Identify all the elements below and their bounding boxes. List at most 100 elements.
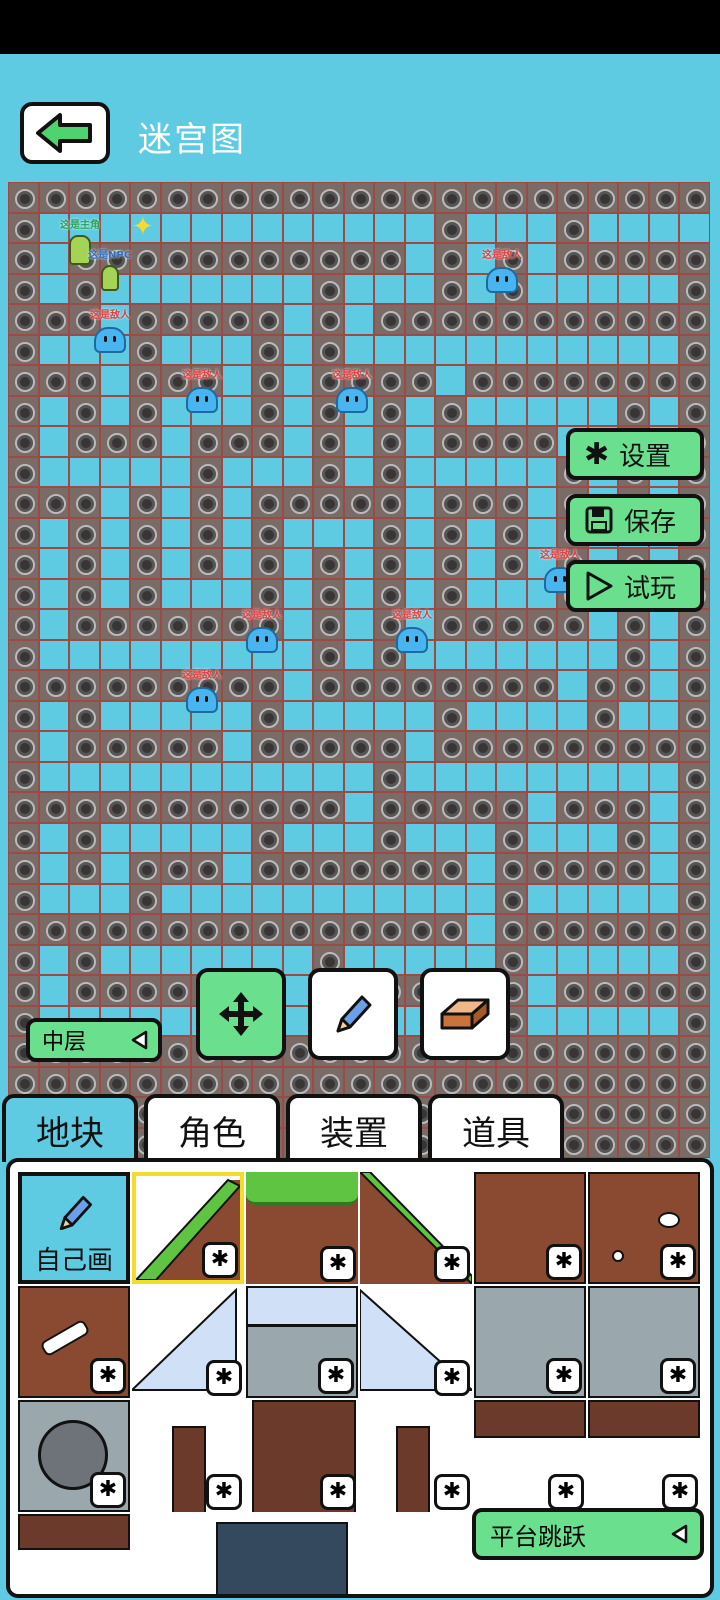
wall-block[interactable] bbox=[618, 243, 649, 274]
floor-cell[interactable] bbox=[282, 426, 313, 457]
wall-block[interactable] bbox=[160, 182, 191, 213]
wall-block[interactable] bbox=[343, 731, 374, 762]
wall-block[interactable] bbox=[648, 182, 679, 213]
wall-block[interactable] bbox=[252, 731, 283, 762]
floor-cell[interactable] bbox=[38, 578, 69, 609]
cracked-stone-tile[interactable]: ✱ bbox=[588, 1286, 700, 1398]
wall-block[interactable] bbox=[8, 212, 39, 243]
floor-cell[interactable] bbox=[38, 761, 69, 792]
wall-block[interactable] bbox=[648, 1097, 679, 1128]
log-stump-tile[interactable]: ✱ bbox=[132, 1400, 244, 1512]
floor-cell[interactable] bbox=[38, 517, 69, 548]
wall-block[interactable] bbox=[374, 456, 405, 487]
floor-cell[interactable] bbox=[313, 883, 344, 914]
floor-cell[interactable] bbox=[496, 639, 527, 670]
ice-slope-right-tile[interactable]: ✱ bbox=[360, 1286, 472, 1398]
floor-cell[interactable] bbox=[160, 944, 191, 975]
gear-icon[interactable]: ✱ bbox=[202, 1242, 238, 1278]
wall-block[interactable] bbox=[99, 609, 130, 640]
floor-cell[interactable] bbox=[99, 456, 130, 487]
stone-brick-tile[interactable]: ✱ bbox=[474, 1286, 586, 1398]
wall-block[interactable] bbox=[435, 426, 466, 457]
wall-block[interactable] bbox=[130, 914, 161, 945]
wall-block[interactable] bbox=[252, 792, 283, 823]
floor-cell[interactable] bbox=[343, 273, 374, 304]
floor-cell[interactable] bbox=[282, 609, 313, 640]
floor-cell[interactable] bbox=[343, 456, 374, 487]
wall-block[interactable] bbox=[313, 334, 344, 365]
floor-cell[interactable] bbox=[465, 883, 496, 914]
wall-block[interactable] bbox=[587, 365, 618, 396]
grass-dirt-tile[interactable]: ✱ bbox=[246, 1172, 358, 1284]
wall-block[interactable] bbox=[38, 182, 69, 213]
wall-block[interactable] bbox=[221, 1066, 252, 1097]
wall-block[interactable] bbox=[69, 548, 100, 579]
floor-cell[interactable] bbox=[99, 395, 130, 426]
wall-block[interactable] bbox=[648, 243, 679, 274]
wall-block[interactable] bbox=[8, 731, 39, 762]
floor-cell[interactable] bbox=[282, 395, 313, 426]
floor-cell[interactable] bbox=[496, 334, 527, 365]
wall-block[interactable] bbox=[526, 609, 557, 640]
npc-sprite[interactable]: 这是NPC bbox=[88, 246, 131, 291]
floor-cell[interactable] bbox=[160, 487, 191, 518]
floor-cell[interactable] bbox=[404, 700, 435, 731]
wall-block[interactable] bbox=[679, 1097, 710, 1128]
wall-block[interactable] bbox=[557, 853, 588, 884]
wall-block[interactable] bbox=[69, 609, 100, 640]
floor-cell[interactable] bbox=[160, 1005, 191, 1036]
floor-cell[interactable] bbox=[160, 426, 191, 457]
wall-block[interactable] bbox=[252, 700, 283, 731]
floor-cell[interactable] bbox=[526, 761, 557, 792]
wall-block[interactable] bbox=[38, 1066, 69, 1097]
wall-block[interactable] bbox=[313, 578, 344, 609]
floor-cell[interactable] bbox=[587, 334, 618, 365]
wall-block[interactable] bbox=[191, 792, 222, 823]
wall-block[interactable] bbox=[8, 670, 39, 701]
wall-block[interactable] bbox=[557, 365, 588, 396]
floor-cell[interactable] bbox=[648, 609, 679, 640]
wall-block[interactable] bbox=[160, 243, 191, 274]
floor-cell[interactable] bbox=[648, 944, 679, 975]
floor-cell[interactable] bbox=[435, 883, 466, 914]
wall-block[interactable] bbox=[648, 975, 679, 1006]
floor-cell[interactable] bbox=[404, 578, 435, 609]
wall-block[interactable] bbox=[282, 731, 313, 762]
wall-block[interactable] bbox=[679, 792, 710, 823]
wall-block[interactable] bbox=[648, 1127, 679, 1158]
wall-block[interactable] bbox=[99, 975, 130, 1006]
wall-block[interactable] bbox=[587, 1127, 618, 1158]
floor-cell[interactable] bbox=[99, 487, 130, 518]
floor-cell[interactable] bbox=[404, 731, 435, 762]
wall-block[interactable] bbox=[8, 578, 39, 609]
wall-block[interactable] bbox=[435, 700, 466, 731]
wall-block[interactable] bbox=[191, 426, 222, 457]
floor-cell[interactable] bbox=[526, 456, 557, 487]
wall-block[interactable] bbox=[618, 182, 649, 213]
floor-cell[interactable] bbox=[465, 822, 496, 853]
wall-block[interactable] bbox=[252, 426, 283, 457]
wall-block[interactable] bbox=[191, 487, 222, 518]
wall-block[interactable] bbox=[465, 182, 496, 213]
floor-cell[interactable] bbox=[618, 212, 649, 243]
wall-block[interactable] bbox=[191, 1066, 222, 1097]
tab-items[interactable]: 道具 bbox=[428, 1094, 564, 1162]
floor-cell[interactable] bbox=[496, 700, 527, 731]
wall-block[interactable] bbox=[618, 395, 649, 426]
wall-block[interactable] bbox=[8, 914, 39, 945]
floor-cell[interactable] bbox=[404, 883, 435, 914]
wall-block[interactable] bbox=[99, 731, 130, 762]
floor-cell[interactable] bbox=[404, 243, 435, 274]
floor-cell[interactable] bbox=[282, 670, 313, 701]
wall-block[interactable] bbox=[557, 792, 588, 823]
wall-block[interactable] bbox=[587, 243, 618, 274]
floor-cell[interactable] bbox=[38, 944, 69, 975]
stone-circle-tile[interactable]: ✱ bbox=[18, 1400, 130, 1512]
wall-block[interactable] bbox=[679, 182, 710, 213]
gear-icon[interactable]: ✱ bbox=[206, 1474, 242, 1510]
floor-cell[interactable] bbox=[648, 822, 679, 853]
floor-cell[interactable] bbox=[191, 822, 222, 853]
wall-block[interactable] bbox=[191, 304, 222, 335]
wall-block[interactable] bbox=[252, 1066, 283, 1097]
floor-cell[interactable] bbox=[465, 548, 496, 579]
